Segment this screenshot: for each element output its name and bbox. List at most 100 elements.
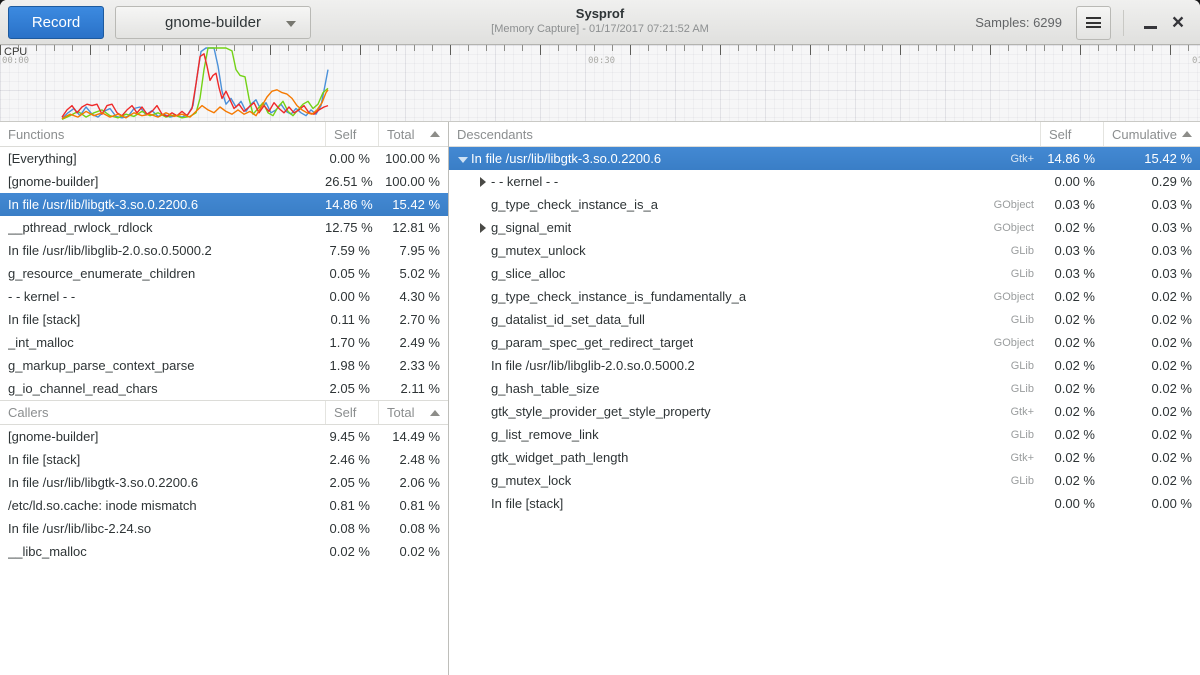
callers-row[interactable]: /etc/ld.so.cache: inode mismatch0.81 %0.… bbox=[0, 494, 448, 517]
functions-row[interactable]: g_io_channel_read_chars2.05 %2.11 % bbox=[0, 377, 448, 400]
descendants-row[interactable]: g_type_check_instance_is_fundamentally_a… bbox=[449, 285, 1200, 308]
titlebar-right-controls: Samples: 6299 × bbox=[975, 0, 1192, 45]
descendants-cumulative-column-label: Cumulative bbox=[1112, 127, 1177, 142]
descendants-row[interactable]: g_signal_emitGObject0.02 %0.03 % bbox=[449, 216, 1200, 239]
library-tag: GObject bbox=[986, 291, 1040, 303]
functions-total-column-header[interactable]: Total bbox=[378, 122, 448, 146]
descendants-row[interactable]: gtk_style_provider_get_style_propertyGtk… bbox=[449, 400, 1200, 423]
chevron-down-icon bbox=[286, 21, 296, 27]
record-button[interactable]: Record bbox=[8, 6, 104, 39]
row-name-cell: g_mutex_unlockGLib bbox=[449, 243, 1040, 258]
callers-table-header: Callers Self Total bbox=[0, 400, 448, 425]
callers-self-column-header[interactable]: Self bbox=[325, 401, 378, 424]
descendants-row[interactable]: g_hash_table_sizeGLib0.02 %0.02 % bbox=[449, 377, 1200, 400]
close-button[interactable]: × bbox=[1164, 6, 1192, 40]
callers-row[interactable]: In file /usr/lib/libgtk-3.so.0.2200.62.0… bbox=[0, 471, 448, 494]
library-tag: Gtk+ bbox=[1002, 452, 1040, 464]
total-value: 2.11 % bbox=[378, 381, 448, 396]
functions-row[interactable]: In file /usr/lib/libglib-2.0.so.0.5000.2… bbox=[0, 239, 448, 262]
functions-row[interactable]: g_resource_enumerate_children0.05 %5.02 … bbox=[0, 262, 448, 285]
sort-ascending-icon bbox=[1182, 131, 1192, 137]
cumulative-value: 0.02 % bbox=[1103, 404, 1200, 419]
expander-spacer bbox=[477, 338, 491, 348]
functions-row[interactable]: - - kernel - -0.00 %4.30 % bbox=[0, 285, 448, 308]
titlebar: Record gnome-builder Sysprof [Memory Cap… bbox=[0, 0, 1200, 45]
cpu-graph[interactable]: CPU 00:00 00:30 01:00 bbox=[0, 45, 1200, 122]
library-tag: GLib bbox=[1003, 314, 1040, 326]
cumulative-value: 0.02 % bbox=[1103, 450, 1200, 465]
functions-panel: Functions Self Total [Everything]0.00 %1… bbox=[0, 122, 449, 675]
row-name-cell: g_io_channel_read_chars bbox=[0, 381, 325, 396]
row-label: g_slice_alloc bbox=[491, 266, 565, 281]
callers-column-header[interactable]: Callers bbox=[0, 401, 325, 424]
descendants-row[interactable]: g_type_check_instance_is_aGObject0.03 %0… bbox=[449, 193, 1200, 216]
expander-closed-icon[interactable] bbox=[477, 223, 491, 233]
self-value: 0.02 % bbox=[1040, 335, 1103, 350]
row-label: /etc/ld.so.cache: inode mismatch bbox=[8, 498, 197, 513]
expander-open-icon[interactable] bbox=[457, 154, 471, 164]
callers-row[interactable]: [gnome-builder]9.45 %14.49 % bbox=[0, 425, 448, 448]
descendants-row[interactable]: g_datalist_id_set_data_fullGLib0.02 %0.0… bbox=[449, 308, 1200, 331]
sysprof-window: Record gnome-builder Sysprof [Memory Cap… bbox=[0, 0, 1200, 675]
expander-spacer bbox=[477, 361, 491, 371]
descendants-self-column-header[interactable]: Self bbox=[1040, 122, 1103, 146]
time-label-end: 01:00 bbox=[1192, 56, 1200, 66]
self-value: 2.05 % bbox=[325, 381, 378, 396]
functions-row[interactable]: In file /usr/lib/libgtk-3.so.0.2200.614.… bbox=[0, 193, 448, 216]
hamburger-icon bbox=[1086, 17, 1101, 28]
minimize-button[interactable] bbox=[1136, 6, 1164, 40]
callers-row[interactable]: In file [stack]2.46 %2.48 % bbox=[0, 448, 448, 471]
process-selector-dropdown[interactable]: gnome-builder bbox=[115, 6, 311, 39]
callers-row[interactable]: In file /usr/lib/libc-2.24.so0.08 %0.08 … bbox=[0, 517, 448, 540]
self-value: 12.75 % bbox=[325, 220, 378, 235]
library-tag: Gtk+ bbox=[1002, 153, 1040, 165]
descendants-row[interactable]: g_list_remove_linkGLib0.02 %0.02 % bbox=[449, 423, 1200, 446]
row-name-cell: [Everything] bbox=[0, 151, 325, 166]
expander-closed-icon[interactable] bbox=[477, 177, 491, 187]
descendants-row[interactable]: g_slice_allocGLib0.03 %0.03 % bbox=[449, 262, 1200, 285]
functions-row[interactable]: In file [stack]0.11 %2.70 % bbox=[0, 308, 448, 331]
total-value: 2.70 % bbox=[378, 312, 448, 327]
row-name-cell: In file /usr/lib/libgtk-3.so.0.2200.6 bbox=[0, 197, 325, 212]
row-label: - - kernel - - bbox=[491, 174, 558, 189]
library-tag: GObject bbox=[986, 199, 1040, 211]
descendants-cumulative-column-header[interactable]: Cumulative bbox=[1103, 122, 1200, 146]
menu-button[interactable] bbox=[1076, 6, 1111, 40]
callers-total-column-header[interactable]: Total bbox=[378, 401, 448, 424]
row-label: g_mutex_lock bbox=[491, 473, 571, 488]
expander-spacer bbox=[477, 476, 491, 486]
callers-table-body: [gnome-builder]9.45 %14.49 %In file [sta… bbox=[0, 425, 448, 563]
row-label: In file /usr/lib/libc-2.24.so bbox=[8, 521, 151, 536]
time-label-start: 00:00 bbox=[2, 56, 29, 66]
functions-row[interactable]: [Everything]0.00 %100.00 % bbox=[0, 147, 448, 170]
titlebar-separator bbox=[1123, 10, 1124, 36]
descendants-row[interactable]: g_param_spec_get_redirect_targetGObject0… bbox=[449, 331, 1200, 354]
close-icon: × bbox=[1172, 12, 1184, 33]
callers-row[interactable]: __libc_malloc0.02 %0.02 % bbox=[0, 540, 448, 563]
expander-spacer bbox=[477, 384, 491, 394]
self-value: 0.00 % bbox=[325, 289, 378, 304]
library-tag: GObject bbox=[986, 222, 1040, 234]
functions-self-column-header[interactable]: Self bbox=[325, 122, 378, 146]
self-value: 0.81 % bbox=[325, 498, 378, 513]
cumulative-value: 0.00 % bbox=[1103, 496, 1200, 511]
total-value: 100.00 % bbox=[378, 174, 448, 189]
functions-row[interactable]: [gnome-builder]26.51 %100.00 % bbox=[0, 170, 448, 193]
descendants-row[interactable]: - - kernel - -0.00 %0.29 % bbox=[449, 170, 1200, 193]
library-tag: GLib bbox=[1003, 268, 1040, 280]
functions-row[interactable]: __pthread_rwlock_rdlock12.75 %12.81 % bbox=[0, 216, 448, 239]
descendants-row[interactable]: In file [stack]0.00 %0.00 % bbox=[449, 492, 1200, 515]
sort-ascending-icon bbox=[430, 410, 440, 416]
functions-row[interactable]: g_markup_parse_context_parse1.98 %2.33 % bbox=[0, 354, 448, 377]
descendants-row[interactable]: g_mutex_unlockGLib0.03 %0.03 % bbox=[449, 239, 1200, 262]
self-value: 14.86 % bbox=[1040, 151, 1103, 166]
self-value: 0.00 % bbox=[1040, 496, 1103, 511]
functions-row[interactable]: _int_malloc1.70 %2.49 % bbox=[0, 331, 448, 354]
expander-spacer bbox=[477, 269, 491, 279]
descendants-row[interactable]: gtk_widget_path_lengthGtk+0.02 %0.02 % bbox=[449, 446, 1200, 469]
descendants-row[interactable]: g_mutex_lockGLib0.02 %0.02 % bbox=[449, 469, 1200, 492]
descendants-row[interactable]: In file /usr/lib/libglib-2.0.so.0.5000.2… bbox=[449, 354, 1200, 377]
descendants-row[interactable]: In file /usr/lib/libgtk-3.so.0.2200.6Gtk… bbox=[449, 147, 1200, 170]
descendants-column-header[interactable]: Descendants bbox=[449, 122, 1040, 146]
functions-column-header[interactable]: Functions bbox=[0, 122, 325, 146]
